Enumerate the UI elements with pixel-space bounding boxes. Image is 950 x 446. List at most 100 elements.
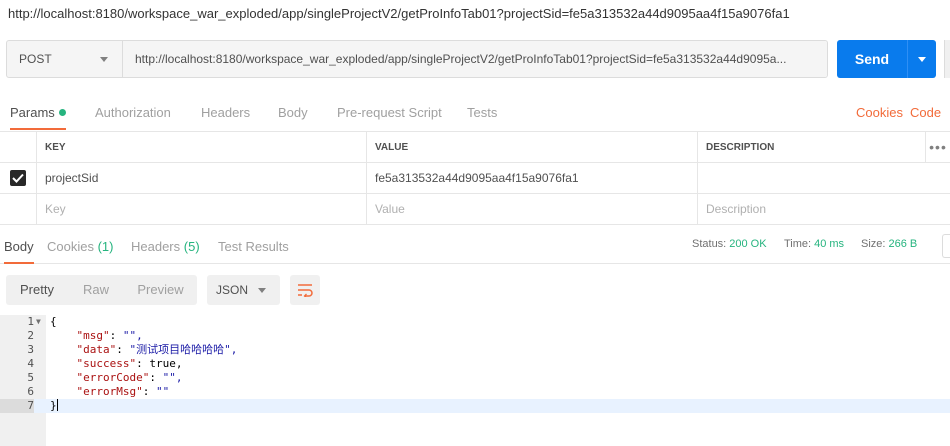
header-check-cell (0, 132, 36, 162)
status-value: 200 OK (729, 238, 767, 250)
header-description-label: DESCRIPTION (706, 141, 775, 153)
tab-response-headers[interactable]: Headers (5) (131, 230, 200, 264)
tab-tests[interactable]: Tests (467, 96, 497, 130)
code-line: 4 "success": true, (0, 357, 950, 371)
table-row-new (0, 194, 950, 225)
line-number: 5 (27, 371, 34, 384)
params-table: KEY VALUE DESCRIPTION ••• projectSid fe5… (0, 131, 950, 225)
json-key: "msg" (76, 329, 110, 342)
cookies-link[interactable]: Cookies (856, 96, 903, 130)
json-key: "success" (76, 357, 137, 370)
table-row: projectSid fe5a313532a44d9095aa4f15a9076… (0, 163, 950, 194)
json-value: "", (162, 371, 183, 384)
time-info: Time: 40 ms (784, 230, 844, 260)
format-label: JSON (216, 283, 249, 297)
new-value-cell (366, 194, 697, 224)
param-value-cell[interactable]: fe5a313532a44d9095aa4f15a9076fa1 (366, 163, 697, 193)
new-key-input[interactable] (45, 202, 350, 216)
fold-arrow-icon[interactable]: ▼ (36, 315, 41, 329)
header-description: DESCRIPTION (697, 132, 925, 162)
chevron-down-icon (100, 56, 108, 62)
param-key: projectSid (45, 171, 99, 185)
code-text: "errorMsg": "" (76, 385, 170, 398)
code-line: 6 "errorMsg": "" (0, 385, 950, 399)
raw-button[interactable]: Raw (68, 275, 124, 305)
json-key: "errorCode" (76, 371, 150, 384)
tab-pre-request-script[interactable]: Pre-request Script (337, 96, 442, 130)
url-input[interactable] (123, 41, 827, 77)
code-line: 2 "msg": "", (0, 329, 950, 343)
size-label: Size: (861, 238, 886, 250)
tab-params-label: Params (10, 105, 55, 120)
code-line: 5 "errorCode": "", (0, 371, 950, 385)
view-mode-segmented: Pretty Raw Preview (6, 275, 197, 305)
response-body-editor[interactable]: 1 ▼ { 2 "msg": "", 3 "data": "测试项目哈哈哈哈",… (0, 315, 950, 446)
response-tabs: Body Cookies (1) Headers (5) Test Result… (0, 230, 950, 264)
chevron-down-icon (918, 56, 926, 62)
code-line: 1 ▼ { (0, 315, 950, 329)
line-number: 6 (27, 385, 34, 398)
tab-test-results[interactable]: Test Results (218, 230, 289, 264)
row-check-cell (0, 194, 36, 224)
method-select[interactable]: POST (7, 41, 123, 77)
tab-body[interactable]: Body (278, 96, 308, 130)
json-key: "errorMsg" (76, 385, 143, 398)
params-table-header: KEY VALUE DESCRIPTION ••• (0, 132, 950, 163)
text-cursor (56, 399, 58, 411)
cookies-count-badge: (1) (97, 239, 114, 254)
tab-response-cookies-label: Cookies (47, 239, 94, 254)
request-url-title: http://localhost:8180/workspace_war_expl… (8, 6, 790, 21)
headers-count-badge: (5) (183, 239, 200, 254)
header-key-label: KEY (45, 141, 66, 153)
code-text: "errorCode": "", (76, 371, 183, 384)
header-value-label: VALUE (375, 141, 409, 153)
row-check-cell (0, 163, 36, 193)
json-key: "data" (76, 343, 117, 356)
line-number: 7 (0, 399, 34, 413)
param-description-cell[interactable] (697, 163, 925, 193)
preview-button[interactable]: Preview (124, 275, 197, 305)
param-key-cell[interactable]: projectSid (36, 163, 366, 193)
tab-response-headers-label: Headers (131, 239, 181, 254)
pretty-button[interactable]: Pretty (6, 275, 68, 305)
bulk-edit-more-button[interactable]: ••• (925, 132, 950, 162)
format-select[interactable]: JSON (207, 275, 280, 305)
code-text: { (50, 315, 57, 328)
header-key: KEY (36, 132, 366, 162)
code-text: } (50, 399, 58, 413)
size-value: 266 B (888, 238, 918, 250)
wrap-lines-button[interactable] (290, 275, 320, 305)
size-info: Size: 266 B (861, 230, 917, 260)
line-number: 4 (27, 357, 34, 370)
send-button[interactable]: Send (837, 40, 907, 78)
tab-response-cookies[interactable]: Cookies (1) (47, 230, 113, 264)
new-key-cell (36, 194, 366, 224)
response-view-toolbar: Pretty Raw Preview JSON (0, 275, 950, 305)
tab-response-body[interactable]: Body (4, 230, 34, 264)
code-link[interactable]: Code (910, 96, 941, 130)
save-button-edge[interactable] (944, 40, 950, 78)
tab-authorization[interactable]: Authorization (95, 96, 171, 130)
tab-headers[interactable]: Headers (201, 96, 250, 130)
line-number: 2 (27, 329, 34, 342)
wrap-lines-icon (298, 284, 313, 297)
new-description-input[interactable] (706, 202, 915, 216)
code-text: "data": "测试项目哈哈哈哈", (76, 343, 238, 356)
tab-params[interactable]: Params (10, 96, 66, 130)
code-text: "success": true, (76, 357, 183, 370)
time-value: 40 ms (814, 238, 845, 250)
send-options-button[interactable] (907, 40, 936, 78)
line-number: 1 (27, 315, 34, 328)
new-value-input[interactable] (375, 202, 681, 216)
line-number: 3 (27, 343, 34, 356)
request-tabs: Params Authorization Headers Body Pre-re… (0, 96, 950, 130)
status-label: Status: (692, 238, 727, 250)
chevron-down-icon (258, 287, 266, 293)
code-line-current: 7 } (0, 399, 950, 413)
save-response-button[interactable] (942, 234, 950, 258)
param-checkbox[interactable] (10, 170, 26, 186)
closing-brace: } (50, 399, 57, 412)
params-active-dot-icon (58, 109, 66, 116)
code-line: 3 "data": "测试项目哈哈哈哈", (0, 343, 950, 357)
json-value: "测试项目哈哈哈哈", (129, 343, 238, 356)
